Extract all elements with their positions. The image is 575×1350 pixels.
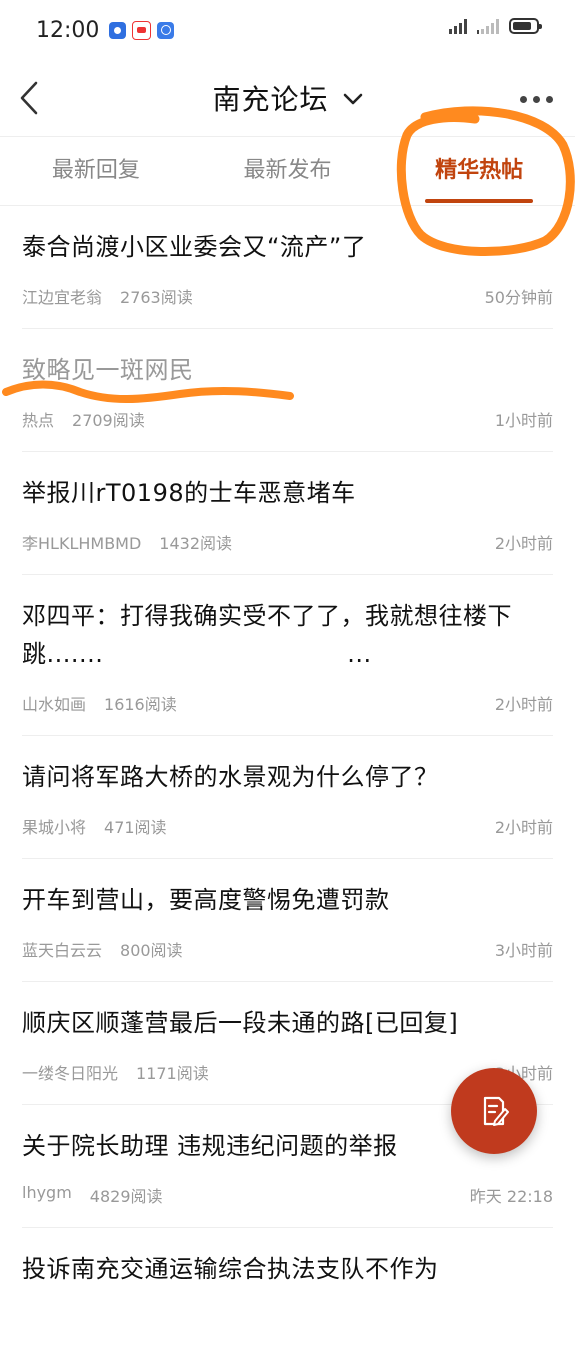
post-time: 1小时前 bbox=[494, 411, 553, 430]
app-notification-icon bbox=[132, 20, 152, 40]
post-title: 致略见一斑网民 bbox=[22, 356, 194, 384]
chevron-left-icon bbox=[20, 81, 38, 115]
status-bar: 12:00 bbox=[0, 0, 575, 60]
post-author: 果城小将 bbox=[22, 818, 87, 837]
post-time: 2小时前 bbox=[494, 534, 553, 553]
tab-bar: 最新回复 最新发布 精华热帖 bbox=[0, 137, 575, 206]
post-title: 举报川rT0198的士车恶意堵车 bbox=[22, 479, 356, 507]
post-list: 泰合尚渡小区业委会又“流产”了 江边宜老翁 2763阅读 50分钟前 致略见一斑… bbox=[0, 206, 575, 1350]
post-meta: 果城小将 471阅读 2小时前 bbox=[22, 814, 553, 838]
app-notification-icon bbox=[157, 21, 175, 39]
post-reads: 4829阅读 bbox=[89, 1187, 163, 1206]
post-author: 江边宜老翁 bbox=[22, 288, 103, 307]
chevron-down-icon bbox=[343, 93, 362, 105]
post-author: lhygm bbox=[22, 1183, 72, 1202]
post-reads: 1432阅读 bbox=[159, 534, 233, 553]
forum-selector[interactable]: 南充论坛 bbox=[212, 78, 362, 118]
post-meta: 蓝天白云云 800阅读 3小时前 bbox=[22, 937, 553, 961]
active-tab-indicator bbox=[425, 199, 534, 203]
post-reads: 1171阅读 bbox=[136, 1064, 209, 1083]
post-meta: 李HLKLHMBMD 1432阅读 2小时前 bbox=[22, 530, 553, 554]
post-title: 请问将军路大桥的水景观为什么停了？ bbox=[22, 763, 439, 791]
post-author: 热点 bbox=[22, 411, 55, 430]
post-reads: 800阅读 bbox=[120, 941, 183, 960]
post-meta: 江边宜老翁 2763阅读 50分钟前 bbox=[22, 284, 553, 308]
post-time: 昨天 22:18 bbox=[469, 1187, 553, 1206]
battery-icon bbox=[509, 18, 542, 34]
post-meta: 山水如画 1616阅读 2小时前 bbox=[22, 691, 553, 715]
more-button[interactable] bbox=[514, 96, 553, 103]
list-item[interactable]: 致略见一斑网民 热点 2709阅读 1小时前 bbox=[22, 329, 553, 452]
page-title: 南充论坛 bbox=[212, 83, 329, 116]
top-nav: 南充论坛 bbox=[0, 60, 575, 137]
post-time: 50分钟前 bbox=[484, 288, 553, 307]
post-time: 2小时前 bbox=[494, 695, 553, 714]
post-title: 邓四平：打得我确实受不了了，我就想往楼下跳....... ... bbox=[22, 602, 512, 668]
post-author: 李HLKLHMBMD bbox=[22, 534, 142, 553]
list-item[interactable]: 邓四平：打得我确实受不了了，我就想往楼下跳....... ... 山水如画 16… bbox=[22, 575, 553, 736]
list-item[interactable]: 开车到营山，要高度警惕免遭罚款 蓝天白云云 800阅读 3小时前 bbox=[22, 859, 553, 982]
back-button[interactable] bbox=[14, 78, 44, 118]
post-time: 2小时前 bbox=[494, 818, 553, 837]
compose-button[interactable] bbox=[451, 1068, 537, 1154]
post-author: 一缕冬日阳光 bbox=[22, 1064, 119, 1083]
compose-icon bbox=[483, 1096, 509, 1126]
post-time: 3小时前 bbox=[494, 941, 553, 960]
post-reads: 2763阅读 bbox=[120, 288, 193, 307]
signal-icon bbox=[477, 18, 501, 34]
post-meta: 热点 2709阅读 1小时前 bbox=[22, 407, 553, 431]
tab-latest-replies[interactable]: 最新回复 bbox=[0, 137, 192, 205]
list-item[interactable]: 投诉南充交通运输综合执法支队不作为 bbox=[22, 1228, 553, 1350]
tab-label: 精华热帖 bbox=[435, 158, 524, 183]
status-time: 12:00 bbox=[36, 17, 100, 43]
post-title: 开车到营山，要高度警惕免遭罚款 bbox=[22, 886, 390, 914]
post-title: 泰合尚渡小区业委会又“流产”了 bbox=[22, 233, 367, 261]
list-item[interactable]: 举报川rT0198的士车恶意堵车 李HLKLHMBMD 1432阅读 2小时前 bbox=[22, 452, 553, 575]
post-title: 投诉南充交通运输综合执法支队不作为 bbox=[22, 1255, 439, 1283]
post-reads: 471阅读 bbox=[104, 818, 167, 837]
more-dots-icon bbox=[520, 96, 527, 103]
app-notification-icon bbox=[109, 21, 127, 39]
post-author: 蓝天白云云 bbox=[22, 941, 103, 960]
list-item[interactable]: 泰合尚渡小区业委会又“流产”了 江边宜老翁 2763阅读 50分钟前 bbox=[22, 206, 553, 329]
post-meta: lhygm 4829阅读 昨天 22:18 bbox=[22, 1183, 553, 1207]
post-reads: 1616阅读 bbox=[104, 695, 177, 714]
tab-latest-posts[interactable]: 最新发布 bbox=[192, 137, 384, 205]
post-title: 顺庆区顺蓬营最后一段未通的路[已回复] bbox=[22, 1009, 459, 1037]
tab-featured-hot[interactable]: 精华热帖 bbox=[383, 137, 575, 205]
list-item[interactable]: 请问将军路大桥的水景观为什么停了？ 果城小将 471阅读 2小时前 bbox=[22, 736, 553, 859]
signal-icon bbox=[449, 18, 469, 34]
post-author: 山水如画 bbox=[22, 695, 87, 714]
post-reads: 2709阅读 bbox=[72, 411, 145, 430]
